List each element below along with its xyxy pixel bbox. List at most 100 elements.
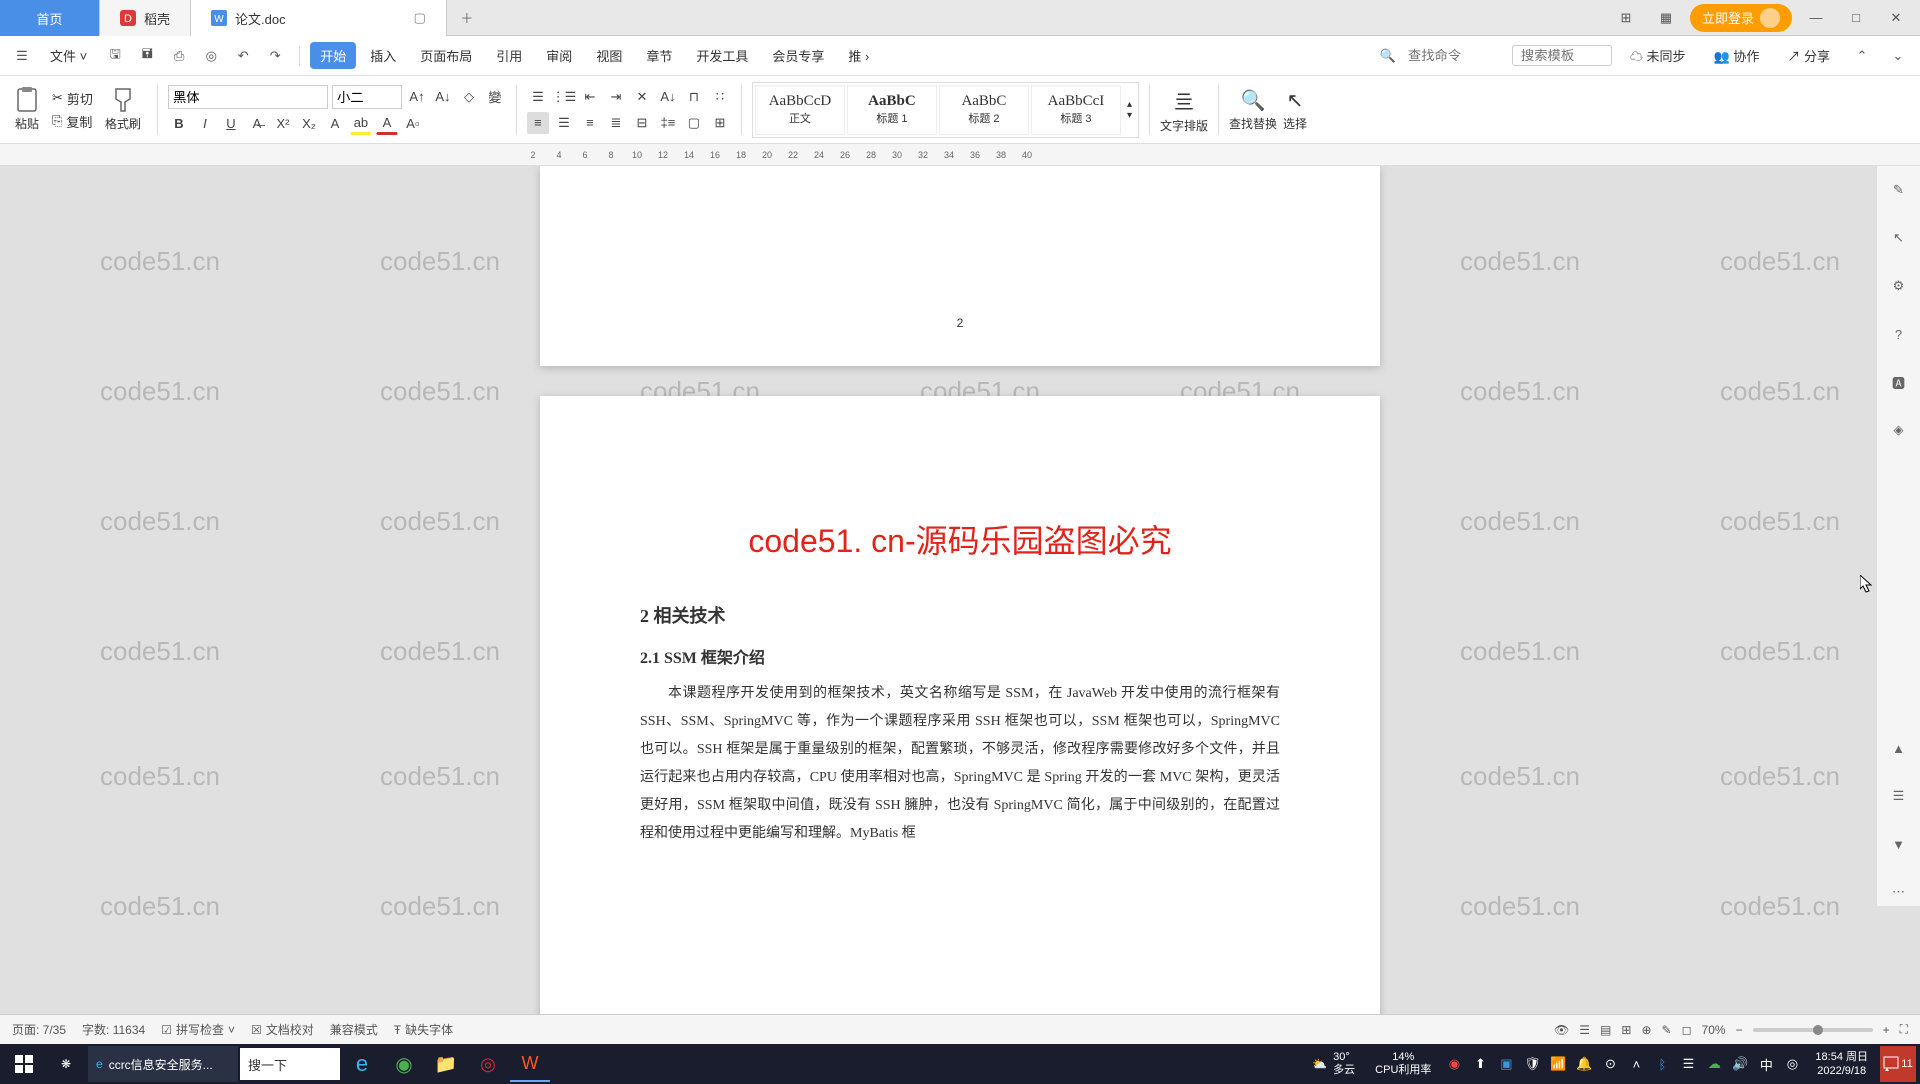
layout-grid-icon[interactable]: ▦ (1650, 4, 1682, 32)
tray-volume-icon[interactable]: 🔊 (1729, 1048, 1751, 1080)
edit-mode-icon[interactable]: ✎ (1662, 1023, 1672, 1037)
file-menu[interactable]: 文件 ˅ (40, 42, 97, 69)
tray-bluetooth-icon[interactable]: ᛒ (1651, 1048, 1673, 1080)
style-normal[interactable]: AaBbCcD正文 (755, 85, 845, 135)
font-name-select[interactable] (168, 85, 328, 109)
line-spacing-button[interactable]: ‡≡ (657, 112, 679, 134)
scroll-down-icon[interactable]: ▼ (1885, 830, 1913, 858)
cooperation-button[interactable]: 👥 协作 (1704, 42, 1770, 69)
taskbar-wps-icon[interactable]: W (510, 1046, 550, 1082)
taskbar-ie-icon[interactable]: e (342, 1046, 382, 1082)
menu-references[interactable]: 引用 (486, 42, 532, 69)
underline-button[interactable]: U (220, 113, 242, 135)
gallery-scroll-up[interactable]: ▴ (1127, 99, 1132, 110)
maximize-button[interactable]: □ (1840, 4, 1872, 32)
save-as-icon[interactable]: 🖬 (133, 42, 161, 70)
zoom-fit-icon[interactable]: ◻ (1682, 1023, 1692, 1037)
tray-icon-6[interactable]: ⊙ (1599, 1048, 1621, 1080)
outline-view-icon[interactable]: ⊞ (1621, 1023, 1631, 1037)
superscript-button[interactable]: X² (272, 113, 294, 135)
tray-icon-2[interactable]: ⬆ (1469, 1048, 1491, 1080)
menu-member[interactable]: 会员专享 (762, 42, 834, 69)
asian-layout-button[interactable]: ✕ (631, 86, 653, 108)
find-replace-button[interactable]: 🔍 查找替换 (1229, 88, 1277, 132)
preview-icon[interactable]: ◎ (197, 42, 225, 70)
layout-1-icon[interactable]: ⊞ (1610, 4, 1642, 32)
tray-ime-icon[interactable]: 中 (1755, 1048, 1777, 1080)
tray-icon-8[interactable]: ☰ (1677, 1048, 1699, 1080)
tray-icon-1[interactable]: ◉ (1443, 1048, 1465, 1080)
cpu-widget[interactable]: 14% CPU利用率 (1367, 1046, 1439, 1082)
font-size-select[interactable] (332, 85, 402, 109)
italic-button[interactable]: I (194, 113, 216, 135)
zoom-slider[interactable] (1753, 1028, 1873, 1032)
menu-view[interactable]: 视图 (586, 42, 632, 69)
search-command-input[interactable] (1404, 46, 1504, 66)
print-icon[interactable]: ⎙ (165, 42, 193, 70)
tab-home[interactable]: 首页 (0, 0, 100, 36)
tab-document[interactable]: W 论文.doc ▢ (191, 0, 447, 36)
bullets-button[interactable]: ☰ (527, 86, 549, 108)
collapse-ribbon-icon[interactable]: ⌃ (1848, 42, 1876, 70)
menu-page-layout[interactable]: 页面布局 (410, 42, 482, 69)
read-view-icon[interactable]: ☰ (1579, 1023, 1590, 1037)
tray-wifi-icon[interactable]: 📶 (1547, 1048, 1569, 1080)
numbering-button[interactable]: ⋮☰ (553, 86, 575, 108)
login-button[interactable]: 立即登录 (1690, 4, 1792, 32)
align-right-button[interactable]: ≡ (579, 112, 601, 134)
align-left-button[interactable]: ≡ (527, 112, 549, 134)
web-view-icon[interactable]: ⊕ (1641, 1023, 1651, 1037)
highlight-button[interactable]: ab (350, 113, 372, 135)
taskbar-search[interactable]: 搜一下 (240, 1048, 340, 1080)
align-center-button[interactable]: ☰ (553, 112, 575, 134)
taskbar-clock[interactable]: 18:54 周日 2022/9/18 (1807, 1050, 1876, 1079)
borders-button[interactable]: ⊞ (709, 112, 731, 134)
start-button[interactable] (4, 1046, 44, 1082)
page-indicator[interactable]: 页面: 7/35 (12, 1021, 66, 1038)
increase-indent-button[interactable]: ⇥ (605, 86, 627, 108)
gallery-scroll-down[interactable]: ▾ (1127, 110, 1132, 121)
fullscreen-icon[interactable]: ⛶ (1900, 1022, 1908, 1037)
settings-tool-icon[interactable]: ⚙ (1885, 272, 1913, 300)
copy-button[interactable]: ⎘ 复制 (52, 112, 93, 131)
search-template-input[interactable] (1512, 45, 1612, 66)
decrease-indent-button[interactable]: ⇤ (579, 86, 601, 108)
eye-mode-icon[interactable]: 👁 (1554, 1023, 1569, 1037)
menu-more[interactable]: 推 › (838, 42, 879, 69)
page-nav-icon[interactable]: ☰ (1885, 782, 1913, 810)
bold-button[interactable]: B (168, 113, 190, 135)
menu-chapter[interactable]: 章节 (636, 42, 682, 69)
style-heading1[interactable]: AaBbC标题 1 (847, 85, 937, 135)
save-icon[interactable]: 🖫 (101, 42, 129, 70)
tray-icon-11[interactable]: ◎ (1781, 1048, 1803, 1080)
tab-button[interactable]: ⊓ (683, 86, 705, 108)
minimize-button[interactable]: — (1800, 4, 1832, 32)
distribute-button[interactable]: ⊟ (631, 112, 653, 134)
notification-center[interactable]: 11 (1880, 1046, 1916, 1082)
close-button[interactable]: ✕ (1880, 4, 1912, 32)
resource-icon[interactable]: ◈ (1885, 416, 1913, 444)
tray-onedrive-icon[interactable]: ☁ (1703, 1048, 1725, 1080)
select-button[interactable]: ↖ 选择 (1283, 88, 1307, 132)
style-heading3[interactable]: AaBbCcI标题 3 (1031, 85, 1121, 135)
show-marks-button[interactable]: ∷ (709, 86, 731, 108)
expand-ribbon-icon[interactable]: ⌄ (1884, 42, 1912, 70)
menu-start[interactable]: 开始 (310, 42, 356, 69)
increase-font-icon[interactable]: A↑ (406, 86, 428, 108)
document-canvas[interactable]: code51.cncode51.cncode51.cncode51.cncode… (0, 166, 1920, 1014)
style-gallery[interactable]: AaBbCcD正文 AaBbC标题 1 AaBbC标题 2 AaBbCcI标题 … (752, 82, 1139, 138)
font-color-button[interactable]: A (376, 113, 398, 135)
tray-bell-icon[interactable]: 🔔 (1573, 1048, 1595, 1080)
menu-dev-tools[interactable]: 开发工具 (686, 42, 758, 69)
cut-button[interactable]: ✂ 剪切 (52, 89, 93, 108)
decrease-font-icon[interactable]: A↓ (432, 86, 454, 108)
sort-button[interactable]: A↓ (657, 86, 679, 108)
tray-shield-icon[interactable]: 🛡 (1521, 1048, 1543, 1080)
menu-review[interactable]: 审阅 (536, 42, 582, 69)
paste-button[interactable]: 粘贴 (14, 87, 40, 132)
page-view-icon[interactable]: ▤ (1600, 1023, 1611, 1037)
shading-button[interactable]: ▢ (683, 112, 705, 134)
copilot-icon[interactable]: ❋ (46, 1046, 86, 1082)
pen-tool-icon[interactable]: ✎ (1885, 176, 1913, 204)
scroll-up-icon[interactable]: ▲ (1885, 734, 1913, 762)
